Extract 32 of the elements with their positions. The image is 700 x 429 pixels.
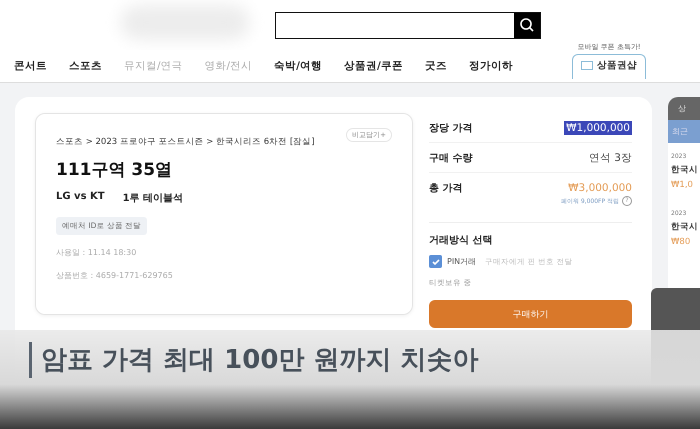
- item-title[interactable]: 한국시: [671, 221, 697, 233]
- price-value: ₩1,000,000: [564, 120, 632, 134]
- breadcrumb[interactable]: 스포츠 > 2023 프로야구 포스트시즌 > 한국시리즈 6차전 [잠실]: [56, 136, 315, 148]
- news-caption: 암표 가격 최대 100만 원까지 치솟아: [29, 342, 479, 378]
- match-label: LG vs KT: [56, 191, 105, 204]
- item-price: ₩80: [671, 237, 692, 247]
- nav-link[interactable]: 숙박/여행: [274, 59, 322, 73]
- checkbox[interactable]: [429, 255, 442, 268]
- seat-title: 111구역 35열: [56, 159, 172, 181]
- price-value: ₩3,000,000: [568, 182, 632, 194]
- section-label: 1루 테이블석: [122, 192, 184, 205]
- price-label: 장당 가격: [429, 122, 472, 134]
- nav-link[interactable]: 굿즈: [424, 59, 447, 73]
- search-field[interactable]: [275, 12, 541, 38]
- nav-link[interactable]: 스포츠: [69, 59, 102, 73]
- use-date: 사용일 : 11.14 18:30: [56, 247, 136, 258]
- price-value: 연석 3장: [588, 150, 632, 164]
- nav-link[interactable]: 콘서트: [14, 59, 47, 73]
- check-icon: [430, 256, 440, 266]
- side-header: 상: [668, 97, 700, 120]
- item-price: ₩1,0: [671, 180, 694, 190]
- search-icon[interactable]: [514, 12, 540, 38]
- nav-link[interactable]: 상품권/쿠폰: [344, 59, 403, 73]
- shop-tab[interactable]: 상품권샵: [572, 54, 646, 79]
- nav-link[interactable]: 정가이하: [468, 59, 513, 73]
- pin-label: PIN거래: [447, 256, 476, 267]
- item-title[interactable]: 한국시: [671, 164, 697, 176]
- method-title: 거래방식 선택: [429, 234, 494, 247]
- product-number: 상품번호 : 4659-1771-629765: [56, 270, 173, 281]
- price-label: 총 가격: [429, 182, 462, 194]
- ticket-icon: [581, 61, 593, 70]
- price-label: 구매 수량: [429, 152, 472, 164]
